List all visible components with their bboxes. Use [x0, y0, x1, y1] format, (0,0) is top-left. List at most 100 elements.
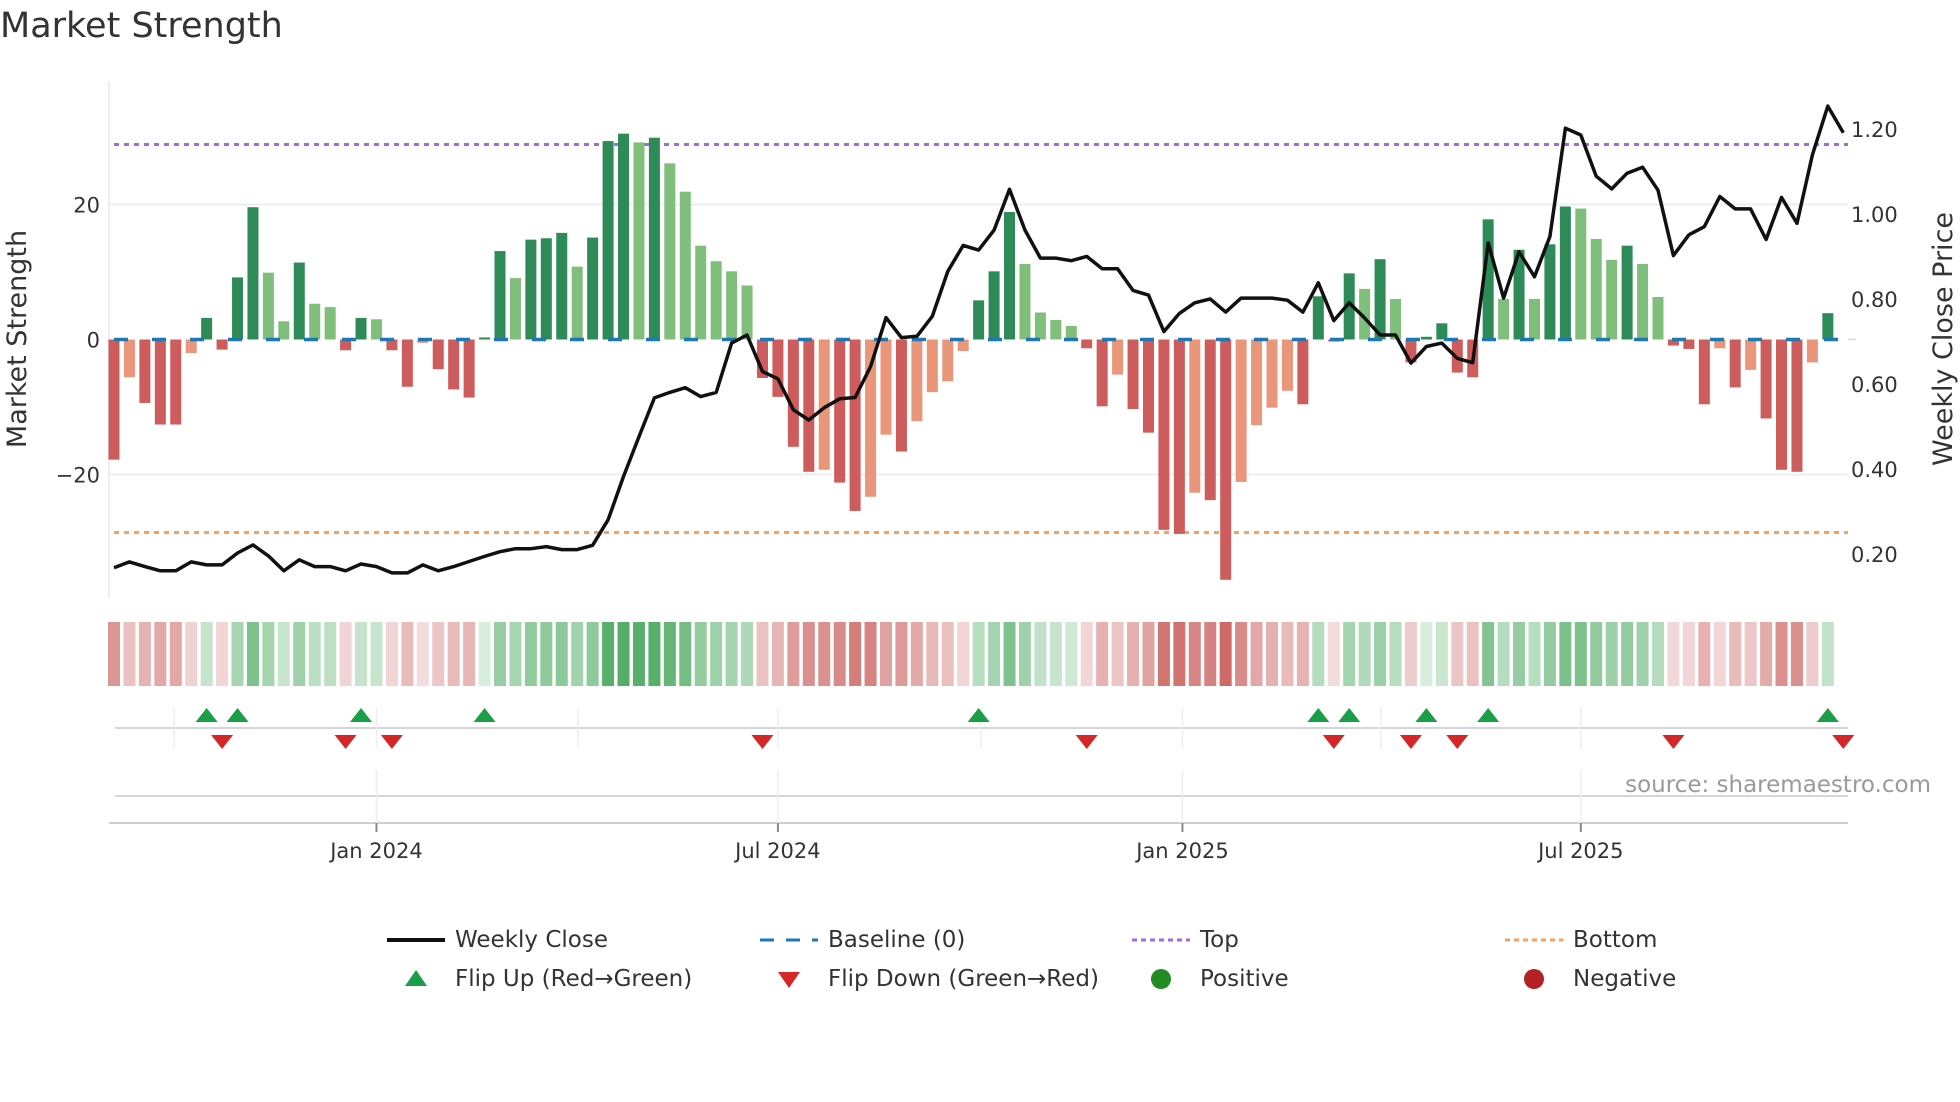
positive-bar	[247, 207, 259, 340]
heat-cell	[1698, 622, 1711, 686]
heat-cell	[1559, 622, 1572, 686]
heat-cell	[447, 622, 460, 686]
triangle-down-icon	[758, 964, 820, 994]
negative-bar	[123, 339, 135, 378]
positive-bar	[710, 261, 722, 340]
positive-bar	[1004, 211, 1016, 340]
legend-label: Flip Up (Red→Green)	[455, 966, 693, 992]
heat-cell	[293, 622, 306, 686]
positive-bar	[1575, 208, 1587, 340]
flip-up-marker	[1816, 708, 1839, 722]
flip-up-marker	[1477, 708, 1500, 722]
heat-cell	[926, 622, 939, 686]
strength-bars	[108, 133, 1834, 580]
negative-bar	[108, 339, 120, 460]
heat-cell	[1729, 622, 1742, 686]
heat-cell	[370, 622, 383, 686]
flip-up-marker	[195, 708, 218, 722]
heat-cell	[1621, 622, 1634, 686]
heat-cell	[1296, 622, 1309, 686]
dotted-line-swatch-icon	[1503, 925, 1565, 955]
positive-bar	[1637, 263, 1649, 340]
flip-down-marker	[334, 735, 357, 749]
heat-cell	[1652, 622, 1664, 686]
heat-cell	[463, 622, 476, 686]
negative-bar	[1127, 339, 1139, 410]
heat-cell	[1219, 622, 1232, 686]
heat-cell	[1173, 622, 1186, 686]
heat-cell	[1389, 622, 1402, 686]
positive-bar	[1374, 259, 1386, 340]
heat-cell	[1250, 622, 1263, 686]
positive-bar	[571, 266, 583, 340]
positive-bar	[618, 133, 630, 340]
heat-cell	[1574, 622, 1587, 686]
flip-down-marker	[1662, 735, 1685, 749]
heat-cell	[1528, 622, 1541, 686]
flip-down-marker	[1322, 735, 1345, 749]
flip-up-marker	[473, 708, 496, 722]
negative-bar	[834, 339, 846, 483]
heat-cell	[1775, 622, 1788, 686]
negative-bar	[1081, 339, 1093, 349]
positive-bar	[201, 317, 213, 340]
y-tick-label: 20	[73, 194, 100, 218]
legend-item-flip-up[interactable]: Flip Up (Red→Green)	[385, 964, 692, 994]
flip-down-marker	[380, 735, 403, 749]
negative-bar	[1266, 339, 1278, 408]
y2-tick-label: 1.00	[1851, 203, 1898, 227]
negative-bar	[849, 339, 861, 511]
heat-cell	[1018, 622, 1031, 686]
source-label: source: sharemaestro.com	[1625, 772, 1931, 798]
heat-cell	[1404, 622, 1417, 686]
heat-cell	[1266, 622, 1278, 686]
market-strength-chart: Jan 2024 Jul 2024 Jan 2025 Jul 2025 20 0 −20 1.…	[2, 81, 1959, 863]
negative-bar	[787, 339, 799, 447]
heat-cell	[1065, 622, 1078, 686]
negative-bar	[1698, 339, 1710, 405]
heat-cell	[1142, 622, 1155, 686]
heat-cell	[1821, 622, 1834, 686]
heat-cell	[988, 622, 1001, 686]
positive-bar	[1050, 319, 1062, 340]
heat-cell	[1513, 622, 1526, 686]
heat-cell	[679, 622, 692, 686]
heat-cell	[895, 622, 908, 686]
flip-down-marker	[1446, 735, 1469, 749]
positive-bar	[741, 285, 753, 340]
heat-cell	[432, 622, 445, 686]
heat-cell	[1049, 622, 1062, 686]
heat-cell	[771, 622, 784, 686]
negative-bar	[1791, 339, 1803, 472]
heat-cell	[308, 622, 321, 686]
heat-cell	[416, 622, 429, 686]
heat-cell	[787, 622, 800, 686]
heat-cell	[1327, 622, 1340, 686]
negative-bar	[1745, 339, 1757, 370]
heat-cell	[555, 622, 568, 686]
legend-item-bottom[interactable]: Bottom	[1503, 925, 1657, 955]
heat-cell	[200, 622, 213, 686]
heat-cell	[663, 622, 676, 686]
legend-item-positive[interactable]: Positive	[1130, 964, 1289, 994]
negative-bar	[1158, 339, 1170, 530]
heat-cell	[324, 622, 337, 686]
positive-bar	[1436, 323, 1448, 340]
heat-cell	[1543, 622, 1556, 686]
y2-tick-label: 0.40	[1851, 458, 1898, 482]
heat-cell	[401, 622, 414, 686]
negative-bar	[448, 339, 460, 390]
x-tick-label: Jul 2024	[733, 839, 820, 863]
legend-item-baseline[interactable]: Baseline (0)	[758, 925, 965, 955]
legend-item-weekly-close[interactable]: Weekly Close	[385, 925, 608, 955]
positive-bar	[540, 238, 552, 340]
legend-item-flip-down[interactable]: Flip Down (Green→Red)	[758, 964, 1099, 994]
legend-item-negative[interactable]: Negative	[1503, 964, 1676, 994]
legend-item-top[interactable]: Top	[1130, 925, 1239, 955]
heat-cell	[123, 622, 136, 686]
negative-bar	[154, 339, 166, 425]
heat-cell	[602, 622, 615, 686]
heat-cell	[1435, 622, 1448, 686]
heat-cell	[864, 622, 877, 686]
y2-tick-label: 0.60	[1851, 373, 1898, 397]
